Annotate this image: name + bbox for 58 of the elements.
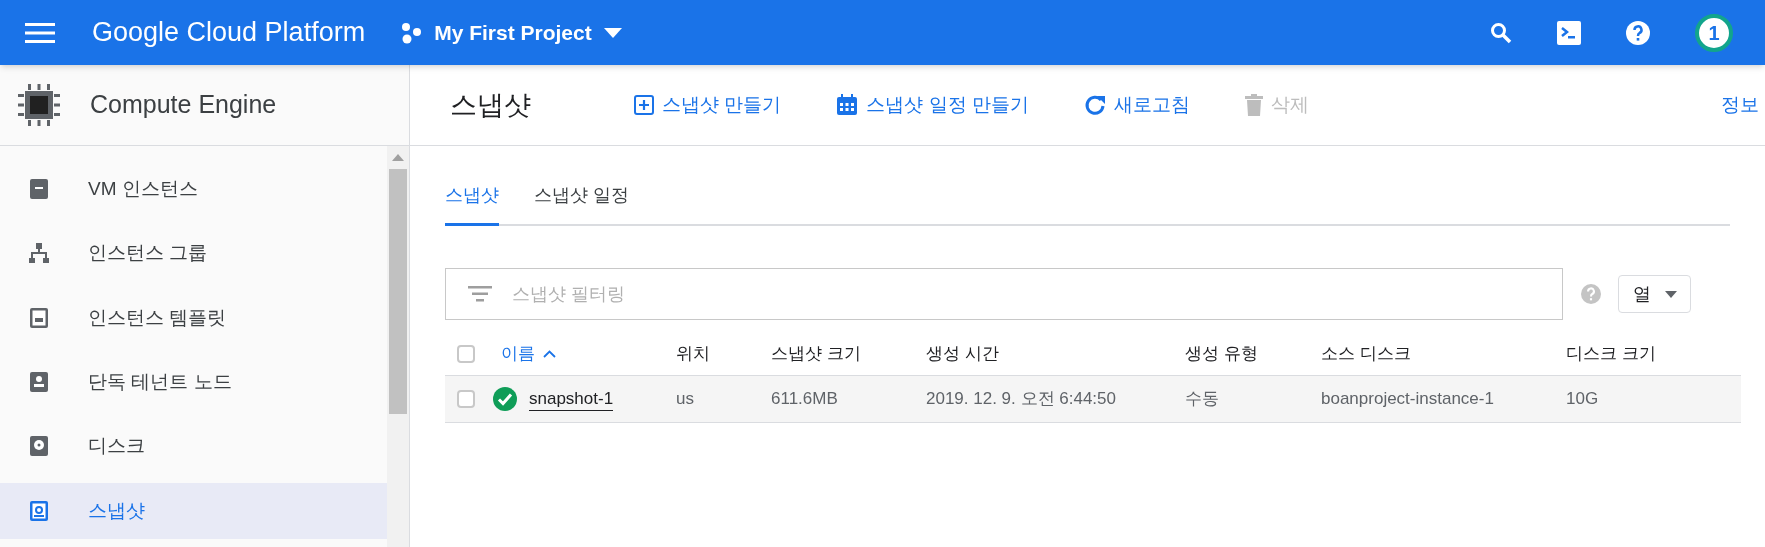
- snapshot-link[interactable]: snapshot-1: [529, 387, 614, 411]
- chip-icon: [16, 82, 62, 128]
- calendar-icon: [836, 94, 859, 116]
- trash-icon: [1244, 94, 1263, 116]
- toolbar-button[interactable]: 새로고침: [1083, 90, 1190, 120]
- filter-input[interactable]: 스냅샷 필터링: [512, 280, 1562, 308]
- nav-item[interactable]: 단독 테넌트 노드: [0, 354, 387, 411]
- template-icon: [28, 306, 50, 329]
- caret-icon: [603, 27, 622, 38]
- snapshot-icon: [28, 499, 50, 522]
- nav-item[interactable]: 인스턴스 템플릿: [0, 289, 387, 346]
- filter-field[interactable]: 스냅샷 필터링: [445, 268, 1563, 320]
- help-icon[interactable]: [1626, 20, 1650, 45]
- product-title: Compute Engine: [90, 89, 277, 121]
- search-icon[interactable]: [1490, 21, 1512, 44]
- terminal-icon[interactable]: [1557, 20, 1581, 45]
- column-header: 스냅샷 크기: [771, 342, 861, 365]
- nav-item[interactable]: 스냅샷: [0, 482, 387, 539]
- table-cell-text: 수동: [1185, 388, 1219, 411]
- toolbar-button[interactable]: 스냅샷 일정 만들기: [836, 90, 1029, 120]
- add-box-icon: [634, 95, 654, 115]
- project-selector[interactable]: My First Project: [400, 16, 622, 49]
- nav-item[interactable]: 인스턴스 그룹: [0, 225, 387, 282]
- column-header: 소스 디스크: [1321, 342, 1411, 365]
- row-checkbox[interactable]: [457, 390, 475, 408]
- menu-icon[interactable]: [25, 21, 55, 44]
- project-icon: [400, 21, 423, 44]
- server-icon: [28, 178, 50, 201]
- select-all-checkbox[interactable]: [457, 344, 475, 363]
- table-cell-text: 611.6MB: [771, 388, 838, 411]
- table-cell-text: 2019. 12. 9. 오전 6:44:50: [926, 388, 1116, 411]
- hierarchy-icon: [28, 242, 50, 265]
- columns-button[interactable]: 열: [1618, 275, 1691, 313]
- scrollbar[interactable]: [387, 146, 409, 547]
- table-cell-text: boanproject-instance-1: [1321, 388, 1494, 411]
- scrollbar-thumb[interactable]: [389, 169, 407, 414]
- account-avatar[interactable]: 1: [1695, 13, 1733, 52]
- nav-item[interactable]: 디스크: [0, 418, 387, 475]
- column-header: 생성 시간: [926, 342, 999, 365]
- toolbar-button[interactable]: 스냅샷 만들기: [634, 90, 782, 120]
- node-icon: [28, 371, 50, 394]
- scroll-up-icon[interactable]: [392, 154, 404, 161]
- table-cell-text: us: [676, 388, 694, 411]
- column-header: 생성 유형: [1185, 342, 1258, 365]
- refresh-icon: [1083, 94, 1106, 116]
- app-title[interactable]: Google Cloud Platform: [92, 12, 366, 53]
- caret-icon: [1664, 290, 1677, 298]
- info-link[interactable]: 정보: [1721, 90, 1759, 120]
- column-header[interactable]: 이름: [501, 340, 535, 367]
- nav-item[interactable]: VM 인스턴스: [0, 161, 387, 218]
- page-title: 스냅샷: [450, 88, 531, 122]
- column-header: 위치: [676, 342, 710, 365]
- tab[interactable]: 스냅샷 일정: [534, 182, 629, 226]
- filter-icon: [468, 286, 492, 302]
- table-row[interactable]: snapshot-1 us 611.6MB 2019. 12. 9. 오전 6:44:50 수동 boanproject-instance-1 10G: [445, 376, 1741, 423]
- tab[interactable]: 스냅샷: [445, 182, 499, 226]
- table-cell-text: 10G: [1566, 388, 1599, 411]
- column-header: 디스크 크기: [1566, 342, 1656, 365]
